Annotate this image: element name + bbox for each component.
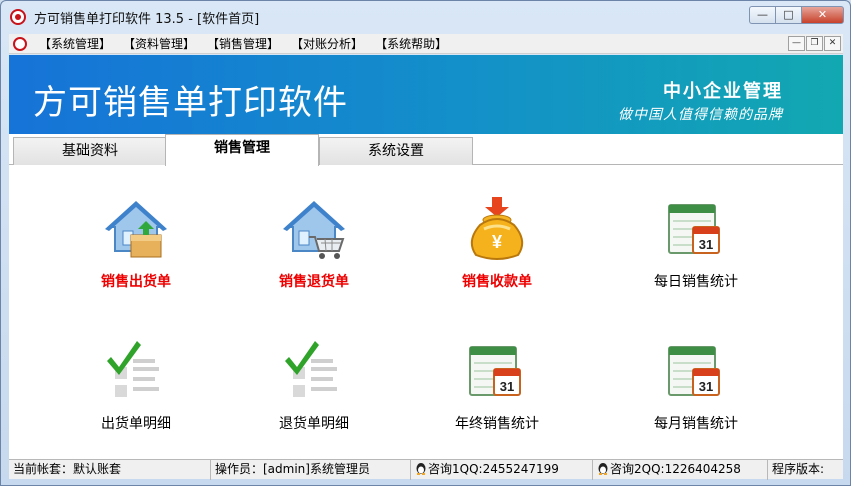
tile-sales-receipt[interactable]: ¥ 销售收款单 [412, 195, 582, 305]
header-banner: 方可销售单打印软件 中小企业管理 做中国人值得信赖的品牌 [9, 55, 843, 134]
qq1-text: 咨询1QQ:2455247199 [428, 462, 559, 476]
status-qq2[interactable]: 咨询2QQ:1226404258 [593, 460, 768, 480]
status-operator: 操作员：[admin]系统管理员 [211, 460, 411, 480]
tile-return-details[interactable]: 退货单明细 [229, 337, 399, 447]
app-logo-icon[interactable] [10, 9, 26, 25]
app-window: 方可销售单打印软件 13.5 - [软件首页] — □ ✕ 【系统管理】 【资料… [0, 0, 851, 486]
calendar-icon: 31 [462, 337, 532, 407]
mdi-close-button[interactable]: ✕ [824, 36, 841, 51]
banner-tagline: 中小企业管理 [663, 81, 783, 102]
status-version: 程序版本: [772, 462, 825, 476]
status-qq1[interactable]: 咨询1QQ:2455247199 [411, 460, 593, 480]
mdi-minimize-button[interactable]: — [788, 36, 805, 51]
banner-title: 方可销售单打印软件 [33, 83, 348, 123]
qq-penguin-icon [598, 463, 608, 475]
status-account: 当前帐套：默认账套 [9, 460, 211, 480]
house-box-icon [101, 195, 171, 265]
checklist-icon [101, 337, 171, 407]
menu-data-management[interactable]: 【资料管理】 [123, 35, 195, 52]
tab-basic-data[interactable]: 基础资料 [13, 137, 167, 165]
menu-system-management[interactable]: 【系统管理】 [39, 35, 111, 52]
tile-label: 年终销售统计 [455, 416, 539, 432]
qq-penguin-icon [416, 463, 426, 475]
calendar-day: 31 [699, 237, 713, 252]
tile-label: 销售退货单 [279, 274, 349, 290]
close-button[interactable]: ✕ [801, 6, 844, 24]
tab-system-settings[interactable]: 系统设置 [319, 137, 473, 165]
tile-label: 每日销售统计 [654, 274, 738, 290]
tab-content: 销售出货单 销售退货单 ¥ 销售收款单 31 每日销售统计 出货单明细 退货单明… [9, 165, 843, 459]
tile-label: 销售收款单 [462, 274, 532, 290]
window-controls: — □ ✕ [749, 6, 844, 24]
minimize-button[interactable]: — [749, 6, 775, 24]
status-bar: 当前帐套：默认账套 操作员：[admin]系统管理员 咨询1QQ:2455247… [9, 459, 843, 480]
tile-label: 出货单明细 [101, 416, 171, 432]
tile-sales-delivery[interactable]: 销售出货单 [51, 195, 221, 305]
menu-bar: 【系统管理】 【资料管理】 【销售管理】 【对账分析】 【系统帮助】 — ❐ ✕ [9, 34, 843, 54]
house-cart-icon [279, 195, 349, 265]
tile-daily-sales-stats[interactable]: 31 每日销售统计 [611, 195, 781, 305]
mdi-controls: — ❐ ✕ [787, 36, 841, 51]
tile-delivery-details[interactable]: 出货单明细 [51, 337, 221, 447]
tile-label: 退货单明细 [279, 416, 349, 432]
mdi-app-icon[interactable] [13, 36, 27, 51]
window-title: 方可销售单打印软件 13.5 - [软件首页] [34, 11, 260, 27]
money-bag-icon: ¥ [462, 195, 532, 265]
tile-label: 销售出货单 [101, 274, 171, 290]
menu-sales-management[interactable]: 【销售管理】 [207, 35, 279, 52]
menu-reconciliation-analysis[interactable]: 【对账分析】 [291, 35, 363, 52]
calendar-day: 31 [500, 379, 514, 394]
calendar-icon: 31 [661, 195, 731, 265]
mdi-restore-button[interactable]: ❐ [806, 36, 823, 51]
banner-slogan: 做中国人值得信赖的品牌 [618, 107, 783, 123]
tile-monthly-sales-stats[interactable]: 31 每月销售统计 [611, 337, 781, 447]
title-bar[interactable]: 方可销售单打印软件 13.5 - [软件首页] — □ ✕ [1, 1, 850, 33]
module-tabs: 基础资料 销售管理 系统设置 [9, 134, 843, 166]
qq2-text: 咨询2QQ:1226404258 [610, 462, 741, 476]
tab-sales-management[interactable]: 销售管理 [165, 134, 319, 166]
calendar-icon: 31 [661, 337, 731, 407]
maximize-button[interactable]: □ [775, 6, 801, 24]
tile-sales-return[interactable]: 销售退货单 [229, 195, 399, 305]
money-symbol: ¥ [492, 232, 502, 252]
calendar-day: 31 [699, 379, 713, 394]
tile-annual-sales-stats[interactable]: 31 年终销售统计 [412, 337, 582, 447]
checklist-icon [279, 337, 349, 407]
tile-label: 每月销售统计 [654, 416, 738, 432]
menu-system-help[interactable]: 【系统帮助】 [375, 35, 447, 52]
